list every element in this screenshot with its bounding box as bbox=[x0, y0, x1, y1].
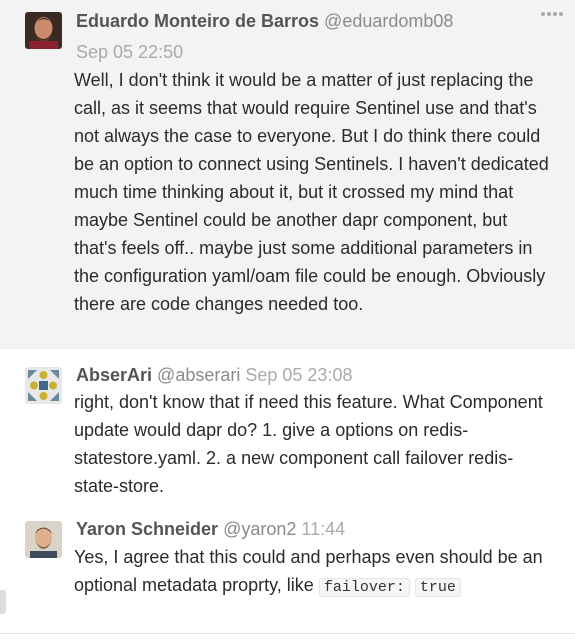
user-avatar-photo-icon bbox=[25, 12, 62, 49]
author-handle[interactable]: @yaron2 bbox=[223, 519, 296, 539]
author-handle[interactable]: @eduardomb08 bbox=[324, 11, 453, 31]
message-menu-button[interactable] bbox=[541, 12, 563, 16]
inline-code: true bbox=[414, 578, 461, 597]
chat-message: Eduardo Monteiro de Barros @eduardomb08 … bbox=[0, 0, 575, 349]
scroll-handle[interactable] bbox=[0, 590, 6, 614]
message-time-row: Sep 05 22:50 bbox=[76, 41, 183, 63]
chat-message: AbserAri @abserari Sep 05 23:08 right, d… bbox=[0, 349, 575, 509]
user-avatar[interactable] bbox=[25, 12, 62, 49]
message-body: Well, I don't think it would be a matter… bbox=[74, 70, 549, 314]
author-name[interactable]: Yaron Schneider bbox=[76, 519, 218, 539]
message-header: Eduardo Monteiro de Barros @eduardomb08 bbox=[76, 10, 453, 32]
message-body: Yes, I agree that this could and perhaps… bbox=[74, 543, 552, 602]
message-timestamp[interactable]: Sep 05 23:08 bbox=[245, 365, 352, 385]
dot-icon bbox=[541, 12, 545, 16]
divider bbox=[0, 633, 575, 634]
dot-icon bbox=[547, 12, 551, 16]
inline-code: failover: bbox=[318, 578, 410, 597]
chat-timeline: Eduardo Monteiro de Barros @eduardomb08 … bbox=[0, 0, 575, 640]
author-name[interactable]: Eduardo Monteiro de Barros bbox=[76, 11, 319, 31]
message-timestamp[interactable]: Sep 05 22:50 bbox=[76, 42, 183, 62]
dot-icon bbox=[553, 12, 557, 16]
message-header: AbserAri @abserari Sep 05 23:08 bbox=[76, 364, 352, 386]
user-avatar[interactable] bbox=[25, 521, 62, 558]
dot-icon bbox=[559, 12, 563, 16]
message-text: Yes, I agree that this could and perhaps… bbox=[74, 547, 543, 595]
message-timestamp[interactable]: 11:44 bbox=[301, 519, 345, 539]
author-name[interactable]: AbserAri bbox=[76, 365, 152, 385]
author-handle[interactable]: @abserari bbox=[157, 365, 240, 385]
chat-message: Yaron Schneider @yaron2 11:44 Yes, I agr… bbox=[0, 509, 575, 633]
message-header: Yaron Schneider @yaron2 11:44 bbox=[76, 518, 345, 540]
user-avatar[interactable] bbox=[25, 367, 62, 404]
identicon-avatar-icon bbox=[25, 367, 62, 404]
user-avatar-photo-icon bbox=[25, 521, 62, 558]
message-body: right, don't know that if need this feat… bbox=[74, 392, 543, 496]
